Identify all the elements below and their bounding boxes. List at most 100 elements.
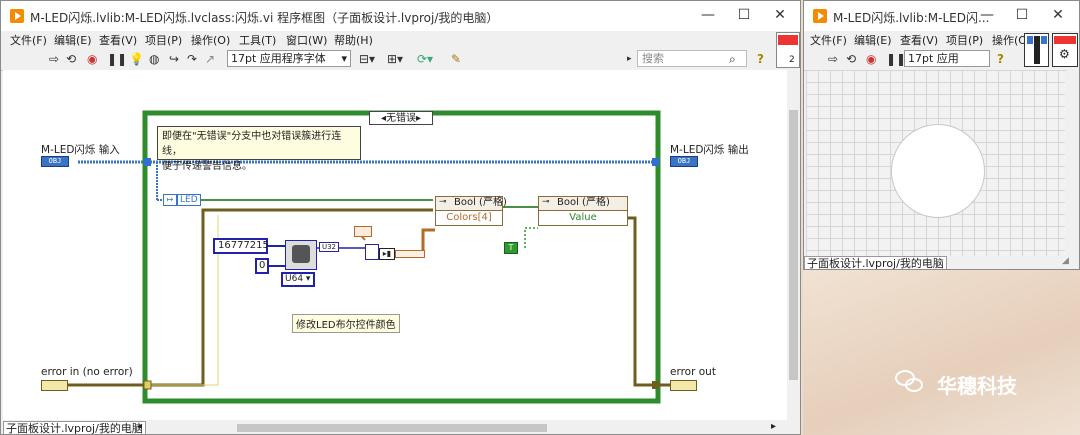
clean-up-diagram-icon[interactable]: ✎: [451, 51, 461, 67]
property-node-value[interactable]: Bool (严格) ⊸ Value: [538, 196, 628, 226]
abort-icon[interactable]: ◉: [866, 51, 876, 67]
menu-project[interactable]: 项目(P): [145, 32, 182, 48]
step-into-icon[interactable]: ↪: [169, 51, 179, 67]
property-value-item[interactable]: Value: [539, 211, 627, 225]
resize-grip-icon[interactable]: ◢: [1062, 256, 1069, 266]
font-selector[interactable]: 17pt 应用程序字体 ▾: [227, 50, 351, 67]
maximize-button[interactable]: ☐: [729, 5, 759, 25]
front-panel-title-bar[interactable]: M-LED闪烁.lvlib:M-LED闪... — ☐ ✕: [804, 1, 1079, 31]
horizontal-scrollbar[interactable]: 子面板设计.lvproj/我的电脑 ◂ ▸: [1, 420, 787, 434]
search-icon[interactable]: ⌕: [729, 51, 736, 67]
menu-view[interactable]: 查看(V): [900, 32, 938, 48]
close-button[interactable]: ✕: [1043, 5, 1073, 25]
error-wire-top: [151, 208, 433, 387]
align-objects-icon[interactable]: ⊟▾: [359, 51, 375, 67]
menu-window[interactable]: 窗口(W): [286, 32, 327, 48]
error-in-tunnel: [143, 380, 152, 390]
run-continuously-icon[interactable]: ⟲: [66, 51, 76, 67]
step-over-icon[interactable]: ↷: [187, 51, 197, 67]
run-arrow-icon[interactable]: ⇨: [49, 51, 59, 67]
pause-icon[interactable]: ❚❚: [107, 51, 127, 67]
vi-icon-red-band: [1054, 36, 1076, 44]
class-input-label: M-LED闪烁 输入: [41, 144, 120, 156]
chevron-right-icon: ▸: [627, 54, 632, 64]
build-array-icon[interactable]: ▸▮: [379, 248, 395, 260]
class-in-tunnel: [144, 158, 151, 166]
desktop-background: 华穗科技: [803, 270, 1080, 435]
front-panel-vertical-scrollbar[interactable]: [1066, 70, 1079, 256]
unbundle-led-item[interactable]: LED: [177, 194, 201, 206]
color-array-wire-icon: [395, 250, 425, 258]
scroll-left-icon[interactable]: ◂: [137, 421, 142, 432]
case-increment-icon[interactable]: ▸: [416, 113, 421, 124]
color-value-constant[interactable]: 16777215: [213, 238, 269, 254]
minimize-button[interactable]: —: [693, 5, 723, 25]
menu-bar: 文件(F) 编辑(E) 查看(V) 项目(P) 操作(O) 工具(T) 窗口(W…: [1, 31, 800, 48]
vertical-scroll-thumb[interactable]: [789, 110, 798, 380]
menu-operate[interactable]: 操作(O): [191, 32, 230, 48]
vi-icon[interactable]: ⚙: [1052, 33, 1078, 67]
project-path-status: 子面板设计.lvproj/我的电脑: [3, 421, 146, 434]
step-out-icon[interactable]: ↗: [205, 51, 215, 67]
connector-pane-icon[interactable]: [1024, 33, 1049, 67]
maximize-button[interactable]: ☐: [1007, 5, 1037, 25]
minimize-button[interactable]: —: [972, 5, 1002, 25]
menu-help[interactable]: 帮助(H): [334, 32, 373, 48]
zero-constant[interactable]: 0: [255, 258, 269, 274]
error-out-terminal[interactable]: [670, 380, 697, 391]
class-output-label: M-LED闪烁 输出: [670, 144, 749, 156]
menu-project[interactable]: 项目(P): [946, 32, 983, 48]
help-icon[interactable]: ?: [757, 51, 764, 67]
search-placeholder: 搜索: [642, 52, 664, 65]
title-bar[interactable]: M-LED闪烁.lvlib:M-LED闪烁.lvclass:闪烁.vi 程序框图…: [1, 1, 800, 31]
scroll-right-icon[interactable]: ▸: [771, 421, 776, 432]
help-icon[interactable]: ?: [997, 51, 1004, 67]
front-panel-window: M-LED闪烁.lvlib:M-LED闪... — ☐ ✕ 文件(F) 编辑(E…: [803, 0, 1080, 270]
u32-conversion-tag[interactable]: U32: [319, 242, 339, 252]
highlight-execution-icon[interactable]: 💡: [129, 51, 144, 67]
window-title: M-LED闪烁.lvlib:M-LED闪烁.lvclass:闪烁.vi 程序框图…: [30, 11, 499, 25]
property-node-value-header: Bool (严格): [539, 197, 627, 211]
led-boolean-indicator[interactable]: [891, 124, 985, 218]
join-numbers-node[interactable]: [285, 240, 317, 270]
case-selector[interactable]: ◂无错误▸: [369, 111, 433, 125]
distribute-objects-icon[interactable]: ⊞▾: [387, 51, 403, 67]
menu-edit[interactable]: 编辑(E): [854, 32, 892, 48]
run-arrow-icon[interactable]: ⇨: [828, 51, 838, 67]
class-output-terminal[interactable]: OBJ: [670, 156, 698, 167]
type-select-u64[interactable]: U64 ▾: [281, 272, 315, 287]
menu-view[interactable]: 查看(V): [99, 32, 137, 48]
menu-tools[interactable]: 工具(T): [239, 32, 276, 48]
run-continuously-icon[interactable]: ⟲: [846, 51, 856, 67]
boolean-true-constant[interactable]: T: [504, 242, 518, 254]
menu-file[interactable]: 文件(F): [810, 32, 847, 48]
error-out-tunnel: [652, 381, 659, 389]
split-number-node[interactable]: [365, 244, 379, 260]
gear-icon: ⚙: [1059, 47, 1070, 61]
class-out-tunnel: [652, 158, 659, 166]
retain-wire-values-icon[interactable]: ◍: [149, 51, 159, 67]
join-numbers-icon: [292, 245, 310, 263]
horizontal-scroll-thumb[interactable]: [237, 424, 547, 432]
front-panel-project-path: 子面板设计.lvproj/我的电脑: [804, 256, 947, 269]
labview-app-icon: [10, 9, 24, 23]
vertical-scrollbar[interactable]: [787, 70, 800, 420]
class-input-terminal[interactable]: OBJ: [41, 156, 69, 167]
color-array-constant[interactable]: [354, 226, 372, 237]
unbundle-node-arrow-icon[interactable]: ↦: [163, 194, 177, 206]
abort-icon[interactable]: ◉: [87, 51, 97, 67]
property-node-colors[interactable]: Bool (严格) ⊸ Colors[4]: [435, 196, 507, 226]
diagram-canvas[interactable]: ◂无错误▸ 即便在"无错误"分支中也对错误簇进行连线， 便于传递警告信息。 M-…: [3, 70, 787, 420]
error-in-terminal[interactable]: [41, 380, 68, 391]
menu-file[interactable]: 文件(F): [10, 32, 47, 48]
reorder-icon[interactable]: ⟳▾: [417, 51, 433, 67]
vi-icon-connector[interactable]: 2: [776, 32, 800, 68]
close-button[interactable]: ✕: [765, 5, 795, 25]
diagram-comment: 即便在"无错误"分支中也对错误簇进行连线， 便于传递警告信息。: [157, 126, 361, 172]
font-selector[interactable]: 17pt 应用: [904, 50, 990, 67]
chevron-down-icon: ▾: [341, 52, 347, 65]
property-colors-item[interactable]: Colors[4]: [436, 211, 502, 225]
front-panel-canvas[interactable]: [806, 70, 1065, 256]
connector-terminal-class-in: [1027, 36, 1033, 44]
menu-edit[interactable]: 编辑(E): [54, 32, 92, 48]
